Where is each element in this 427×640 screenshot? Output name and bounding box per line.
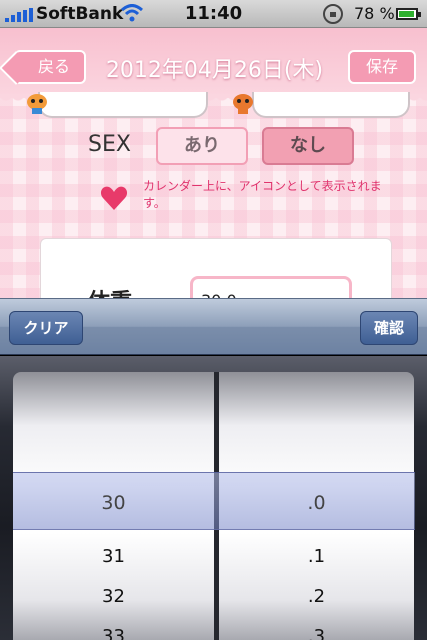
- icon-option-left[interactable]: [38, 92, 208, 118]
- confirm-button[interactable]: 確認: [360, 311, 418, 345]
- rotation-lock-icon: [323, 4, 343, 24]
- sex-note: カレンダー上に、アイコンとして表示されます。: [143, 179, 382, 210]
- picker-item: .3: [307, 626, 326, 640]
- back-button[interactable]: 戻る: [14, 50, 86, 84]
- page-title: 2012年04月26日(木): [105, 58, 324, 83]
- picker-item: .2: [307, 586, 326, 607]
- picker-selected-integer: 30: [101, 492, 126, 514]
- battery-icon: [396, 8, 421, 20]
- battery-percent: 78 %: [354, 4, 395, 23]
- picker-toolbar: クリア 確認: [0, 298, 427, 355]
- sex-option-nashi[interactable]: なし: [262, 127, 354, 165]
- save-button[interactable]: 保存: [348, 50, 416, 84]
- picker-item: 31: [102, 546, 125, 567]
- sex-label: SEX: [88, 132, 131, 157]
- picker-item: .1: [307, 546, 326, 567]
- picker-selected-decimal: .0: [307, 492, 326, 514]
- heart-icon: [100, 186, 128, 210]
- clear-button[interactable]: クリア: [9, 311, 83, 345]
- sex-option-ari[interactable]: あり: [156, 127, 248, 165]
- status-bar: SoftBank 11:40 78 %: [0, 0, 427, 28]
- character-icon: [233, 94, 253, 114]
- picker-item: 33: [102, 626, 125, 640]
- icon-option-right[interactable]: [252, 92, 410, 118]
- picker-item: 32: [102, 586, 125, 607]
- character-icon: [27, 94, 47, 114]
